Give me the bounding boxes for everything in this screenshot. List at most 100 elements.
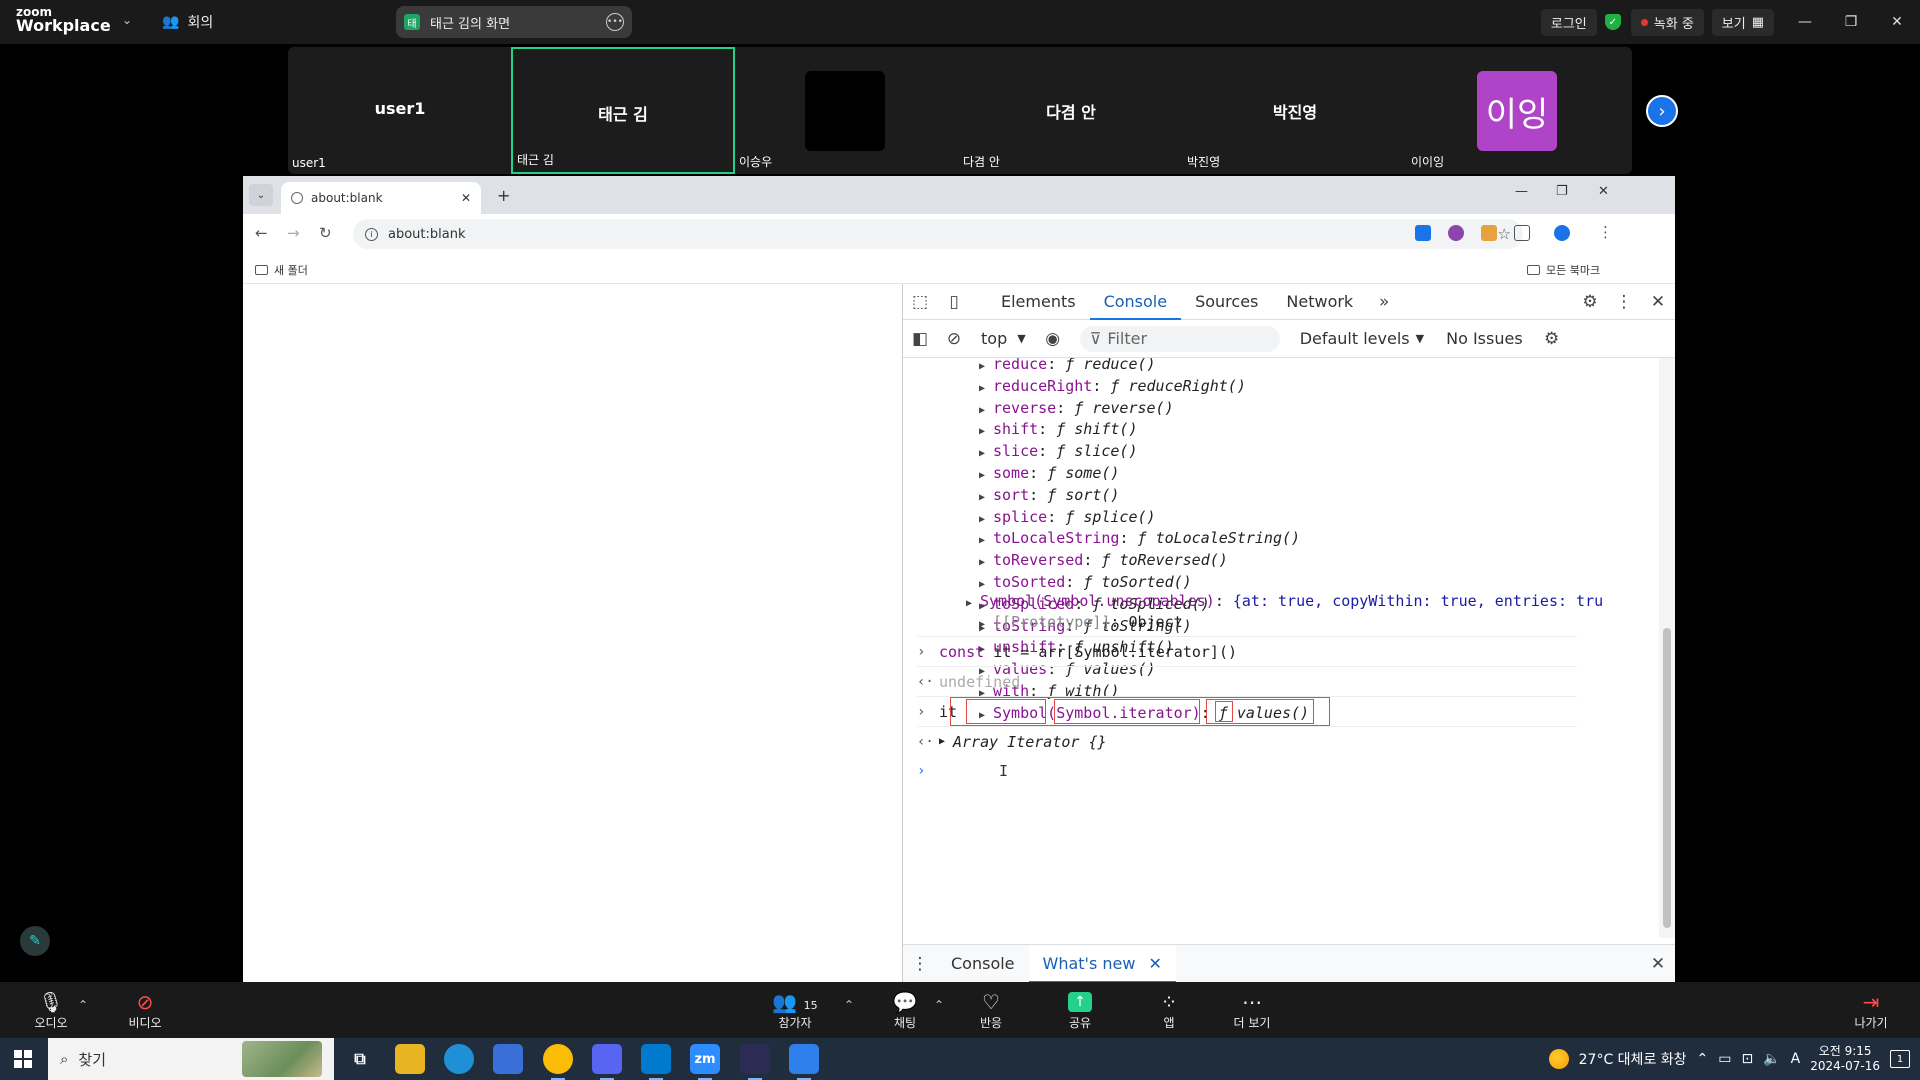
network-icon[interactable]: ⊡: [1742, 1051, 1754, 1067]
expand-triangle-icon[interactable]: ▶: [979, 426, 993, 437]
leave-button[interactable]: ⇥ 나가기: [1836, 990, 1906, 1031]
eclipse-icon[interactable]: [740, 1044, 770, 1080]
kebab-menu-icon[interactable]: ⋮: [903, 954, 937, 974]
extension-icon[interactable]: [1415, 225, 1431, 241]
chrome-icon[interactable]: [543, 1044, 573, 1080]
profile-icon[interactable]: [1554, 225, 1570, 241]
weather-text[interactable]: 27°C 대체로 화창: [1579, 1049, 1687, 1069]
expand-triangle-icon[interactable]: ▶: [979, 579, 993, 590]
participant-tile[interactable]: 다겸 안 다겸 안: [959, 47, 1183, 174]
console-output[interactable]: ▶ Symbol(Symbol.iterator): ƒ values() ▶ wit…: [903, 358, 1658, 938]
log-levels-dropdown[interactable]: Default levels ▼: [1290, 329, 1434, 348]
close-drawer-icon[interactable]: ✕: [1641, 954, 1675, 974]
console-prompt[interactable]: › I: [917, 756, 1577, 786]
clear-console-icon[interactable]: ⊘: [937, 329, 971, 349]
forward-icon[interactable]: →: [287, 224, 300, 242]
drawer-tab-console[interactable]: Console: [937, 945, 1029, 983]
tab-search-icon[interactable]: ⌄: [249, 184, 273, 206]
extension-icon[interactable]: [1481, 225, 1497, 241]
more-tabs-icon[interactable]: »: [1367, 292, 1401, 312]
gear-icon[interactable]: ⚙: [1573, 292, 1607, 312]
console-property[interactable]: ▶ slice: ƒ slice(): [979, 442, 1138, 463]
console-scrollbar[interactable]: [1659, 358, 1675, 938]
address-bar[interactable]: i about:blank ☆: [353, 219, 1523, 249]
puzzle-icon[interactable]: [1514, 225, 1530, 241]
close-tab-icon[interactable]: ✕: [461, 191, 471, 205]
chevron-down-icon[interactable]: ⌄: [122, 13, 132, 27]
expand-triangle-icon[interactable]: ▶: [979, 514, 993, 525]
console-output-line[interactable]: ‹· ▶ Array Iterator {}: [917, 726, 1577, 756]
tab-network[interactable]: Network: [1272, 284, 1367, 320]
close-icon[interactable]: ✕: [1598, 184, 1609, 199]
reload-icon[interactable]: ↻: [319, 224, 332, 242]
chevron-up-icon[interactable]: ⌃: [934, 998, 944, 1012]
expand-triangle-icon[interactable]: ▶: [979, 557, 993, 568]
file-explorer-icon[interactable]: [395, 1044, 425, 1074]
bookmark-folder[interactable]: 새 폴더: [255, 262, 308, 278]
more-button[interactable]: ⋯ 더 보기: [1217, 990, 1287, 1031]
recording-indicator[interactable]: 녹화 중: [1630, 8, 1704, 36]
scrollbar-thumb[interactable]: [1663, 628, 1671, 928]
edge-icon[interactable]: [444, 1044, 474, 1074]
windows-start-icon[interactable]: [14, 1050, 32, 1068]
login-button[interactable]: 로그인: [1540, 8, 1597, 36]
inspect-element-icon[interactable]: ⬚: [903, 292, 937, 312]
taskbar-search[interactable]: ⌕ 찾기: [48, 1038, 334, 1080]
task-view-icon[interactable]: ⧉: [345, 1044, 375, 1074]
console-property[interactable]: ▶ reduceRight: ƒ reduceRight(): [979, 377, 1246, 398]
filter-input[interactable]: ⊽ Filter: [1079, 325, 1280, 352]
console-property[interactable]: ▶ reduce: ƒ reduce(): [979, 358, 1156, 376]
minimize-icon[interactable]: —: [1782, 14, 1828, 30]
console-property[interactable]: ▶ shift: ƒ shift(): [979, 420, 1138, 441]
volume-icon[interactable]: 🔈: [1763, 1051, 1780, 1067]
drawer-tab-whats-new[interactable]: What's new ✕: [1028, 944, 1177, 983]
participant-tile[interactable]: 이잉 이이잉: [1407, 47, 1631, 174]
participant-tile[interactable]: 박진영 박진영: [1183, 47, 1407, 174]
extension-icon[interactable]: [1448, 225, 1464, 241]
info-icon[interactable]: i: [365, 227, 378, 241]
device-toolbar-icon[interactable]: ▯: [937, 292, 971, 312]
kebab-menu-icon[interactable]: ⋮: [1598, 223, 1613, 241]
ime-indicator[interactable]: A: [1791, 1051, 1801, 1067]
apps-button[interactable]: ⁘ 앱: [1134, 990, 1204, 1031]
expand-triangle-icon[interactable]: ▶: [979, 448, 993, 459]
reactions-button[interactable]: ♡ 반응: [956, 990, 1026, 1031]
expand-triangle-icon[interactable]: ▶: [979, 405, 993, 416]
participants-button[interactable]: 👥 15 참가자: [760, 990, 830, 1031]
expand-triangle-icon[interactable]: ▶: [979, 619, 993, 630]
participant-tile-active[interactable]: 태근 김 태근 김: [511, 47, 735, 174]
annotate-pencil-icon[interactable]: ✎: [20, 926, 50, 956]
discord-icon[interactable]: [592, 1044, 622, 1080]
console-property[interactable]: ▶ toSorted: ƒ toSorted(): [979, 573, 1192, 594]
console-property[interactable]: ▶ [[Prototype]]: Object: [979, 613, 1183, 634]
expand-triangle-icon[interactable]: ▶: [966, 598, 980, 609]
all-bookmarks[interactable]: 모든 북마크: [1527, 262, 1600, 278]
next-page-button[interactable]: ›: [1646, 95, 1678, 127]
tab-elements[interactable]: Elements: [987, 284, 1090, 320]
chevron-up-icon[interactable]: ⌃: [1697, 1051, 1709, 1067]
close-tab-icon[interactable]: ✕: [1149, 954, 1162, 973]
participant-tile[interactable]: user1 user1: [288, 47, 512, 174]
meeting-button[interactable]: 👥 회의: [162, 12, 213, 32]
console-property[interactable]: ▶ Symbol(Symbol.unscopables): {at: true, …: [966, 592, 1603, 613]
expand-triangle-icon[interactable]: ▶: [979, 383, 993, 394]
console-settings-icon[interactable]: ⚙: [1535, 329, 1569, 349]
more-options-icon[interactable]: •••: [606, 13, 624, 31]
browser-tab[interactable]: about:blank ✕: [281, 182, 481, 214]
console-property[interactable]: ▶ toLocaleString: ƒ toLocaleString(): [979, 529, 1300, 550]
console-input-line[interactable]: › const it = arr[Symbol.iterator](): [917, 636, 1577, 666]
context-selector[interactable]: top ▼: [971, 329, 1036, 348]
notification-icon[interactable]: 1: [1890, 1050, 1910, 1068]
console-property[interactable]: ▶ sort: ƒ sort(): [979, 486, 1119, 507]
expand-triangle-icon[interactable]: ▶: [979, 361, 993, 372]
chevron-up-icon[interactable]: ⌃: [78, 998, 88, 1012]
expand-triangle-icon[interactable]: ▶: [979, 492, 993, 503]
tab-console[interactable]: Console: [1089, 284, 1182, 320]
star-icon[interactable]: ☆: [1498, 225, 1511, 243]
sidebar-toggle-icon[interactable]: ◧: [903, 329, 937, 349]
battery-icon[interactable]: ▭: [1718, 1051, 1731, 1067]
console-property[interactable]: ▶ splice: ƒ splice(): [979, 508, 1156, 529]
screen-share-indicator[interactable]: 태 태근 김의 화면 •••: [396, 6, 632, 38]
editor-app-icon[interactable]: [789, 1044, 819, 1080]
minimize-icon[interactable]: —: [1515, 184, 1528, 199]
